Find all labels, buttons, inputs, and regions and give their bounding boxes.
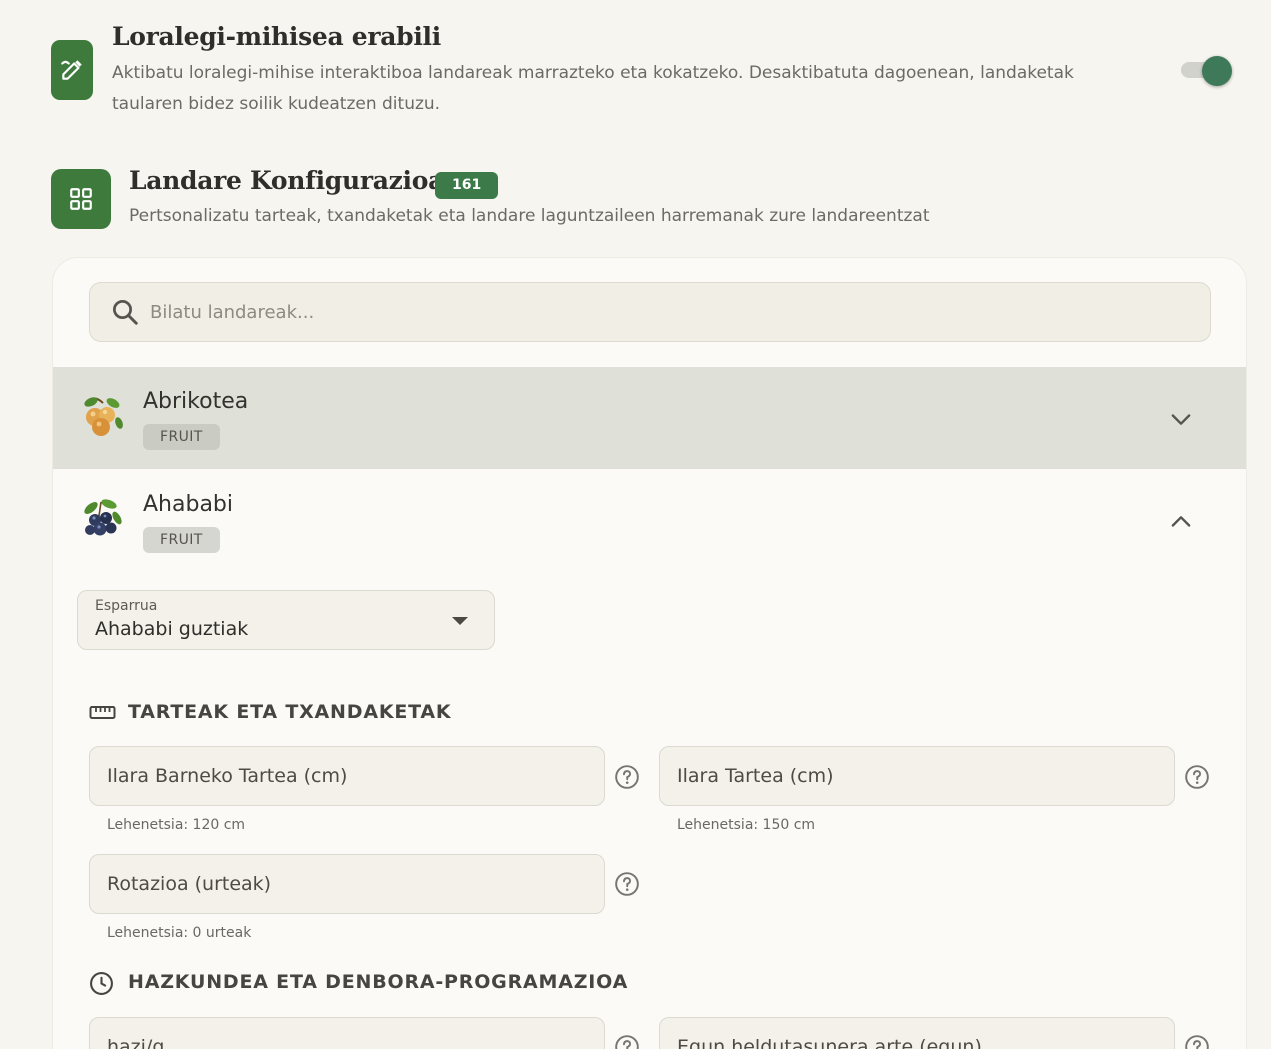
plant-row-abrikotea[interactable]: Abrikotea FRUIT <box>53 367 1246 469</box>
row-spacing-input[interactable] <box>660 747 1174 805</box>
row-spacing-field[interactable] <box>659 746 1175 806</box>
rotation-field[interactable] <box>89 854 605 914</box>
canvas-setting: Loralegi-mihisea erabili Aktibatu lorale… <box>51 22 1236 122</box>
seeds-per-gram-field[interactable] <box>89 1017 605 1049</box>
help-icon[interactable] <box>1184 1034 1210 1049</box>
field-hint: Lehenetsia: 150 cm <box>677 817 816 833</box>
search-input[interactable] <box>150 283 1190 341</box>
plant-search[interactable] <box>89 282 1211 342</box>
toggle-knob <box>1202 56 1232 86</box>
field-hint: Lehenetsia: 120 cm <box>107 817 246 833</box>
help-icon[interactable] <box>614 871 640 897</box>
canvas-setting-title: Loralegi-mihisea erabili <box>112 22 441 51</box>
plant-config-title: Landare Konfigurazioa <box>129 166 444 195</box>
plant-category-badge: FRUIT <box>143 424 220 450</box>
days-to-maturity-input[interactable] <box>660 1018 1174 1049</box>
ruler-icon <box>89 706 116 719</box>
help-icon[interactable] <box>1184 764 1210 790</box>
scope-select-value: Ahababi guztiak <box>95 618 249 640</box>
scope-select[interactable]: Esparrua Ahababi guztiak <box>77 590 495 650</box>
plant-config-header: Landare Konfigurazioa 161 Pertsonalizatu… <box>51 166 1236 236</box>
grid-icon <box>51 169 111 229</box>
scope-select-label: Esparrua <box>95 598 158 614</box>
chevron-up-icon[interactable] <box>1167 508 1195 536</box>
rotation-input[interactable] <box>90 855 604 913</box>
in-row-spacing-input[interactable] <box>90 747 604 805</box>
apricot-icon <box>84 397 123 436</box>
plant-config-description: Pertsonalizatu tarteak, txandaketak eta … <box>129 206 930 226</box>
seeds-per-gram-input[interactable] <box>90 1018 604 1049</box>
canvas-toggle[interactable] <box>1181 56 1235 86</box>
growth-section-title: HAZKUNDEA ETA DENBORA-PROGRAMAZIOA <box>128 971 629 993</box>
plant-category-badge: FRUIT <box>143 527 220 553</box>
chevron-down-icon[interactable] <box>1167 405 1195 433</box>
plant-list-card: Abrikotea FRUIT Ahababi FRUIT Esparr <box>52 257 1247 1049</box>
clock-icon <box>90 972 113 995</box>
caret-down-icon <box>452 617 468 625</box>
canvas-setting-description: Aktibatu loralegi-mihise interaktiboa la… <box>112 63 1074 114</box>
plant-row-ahababi[interactable]: Ahababi FRUIT <box>53 470 1246 572</box>
plant-name: Abrikotea <box>143 389 249 414</box>
field-hint: Lehenetsia: 0 urteak <box>107 925 252 941</box>
in-row-spacing-field[interactable] <box>89 746 605 806</box>
days-to-maturity-field[interactable] <box>659 1017 1175 1049</box>
help-icon[interactable] <box>614 1034 640 1049</box>
help-icon[interactable] <box>614 764 640 790</box>
plant-count-badge: 161 <box>435 172 499 199</box>
canvas-pencil-icon <box>51 40 93 100</box>
spacing-section-title: TARTEAK ETA TXANDAKETAK <box>128 701 452 723</box>
blueberry-icon <box>84 499 122 536</box>
search-icon <box>113 300 138 325</box>
plant-name: Ahababi <box>143 492 233 517</box>
